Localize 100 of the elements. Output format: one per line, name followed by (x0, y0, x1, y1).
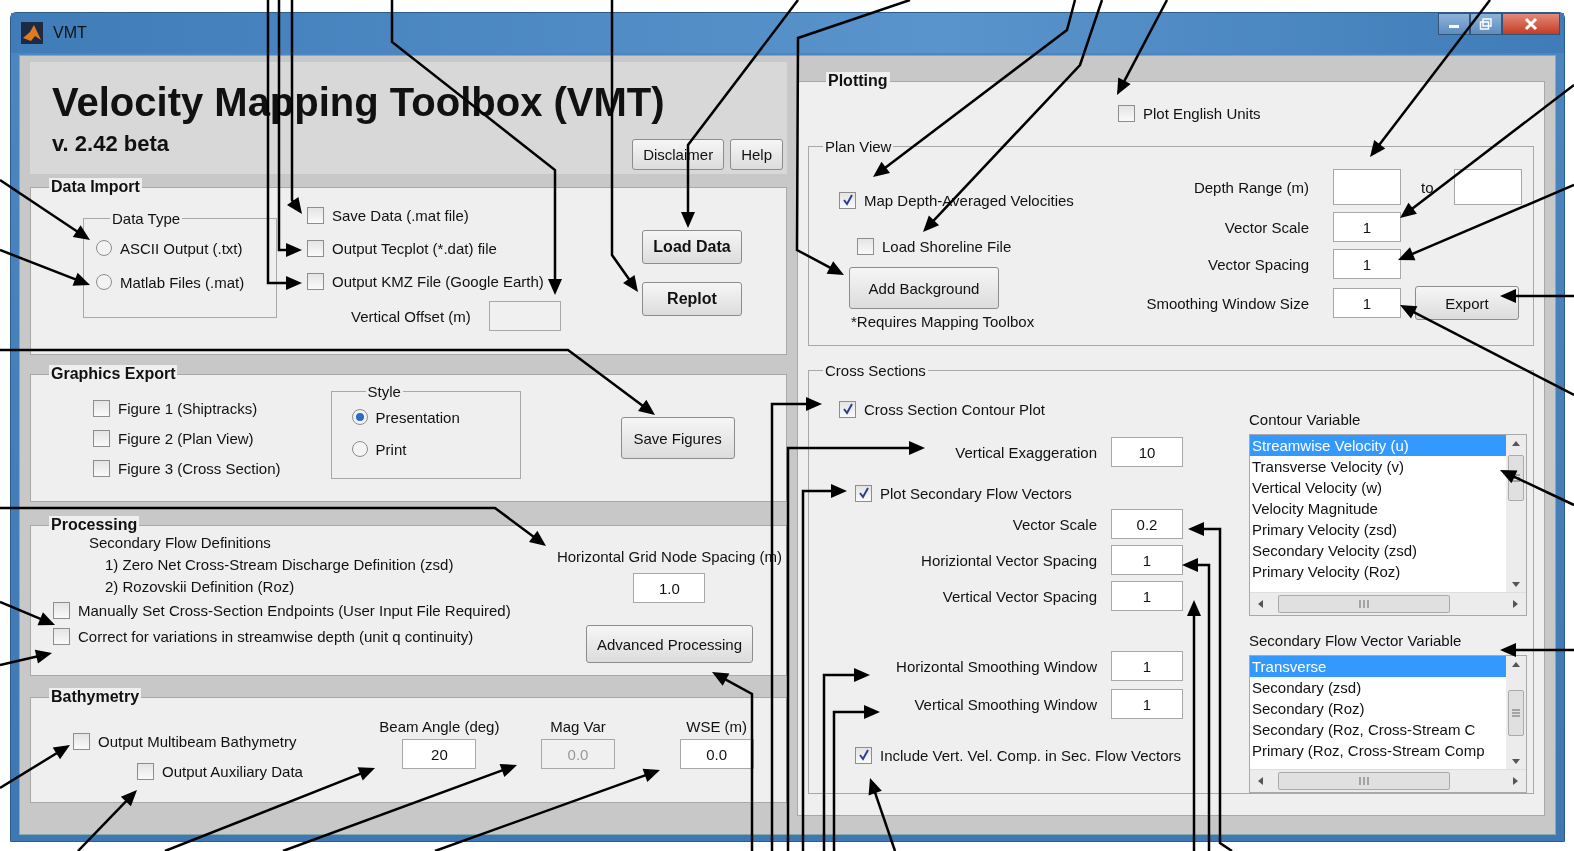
field-label: to (1421, 178, 1434, 196)
list-item[interactable]: Secondary (Roz, Cross-Stream C (1250, 719, 1506, 740)
horizontal-scrollbar[interactable] (1250, 769, 1526, 792)
checkbox[interactable] (855, 746, 872, 764)
list-item[interactable]: Secondary (Roz) (1250, 698, 1506, 719)
checkbox[interactable] (73, 732, 90, 750)
list-item[interactable]: Secondary (zsd) (1250, 677, 1506, 698)
maximize-button[interactable] (1470, 13, 1502, 35)
field-label: Depth Range (m) (1192, 178, 1309, 196)
list-item[interactable]: Vertical Velocity (w) (1250, 477, 1506, 498)
checkbox-label: Figure 2 (Plan View) (118, 429, 254, 447)
checkbox-label: Manually Set Cross-Section Endpoints (User Input File Required) (78, 601, 511, 619)
radio-label: Print (375, 440, 407, 458)
group-title: Cross Sections (824, 362, 927, 379)
field-label: Vertical Offset (m) (351, 307, 471, 325)
checkbox[interactable] (93, 459, 110, 477)
input-field[interactable] (488, 301, 561, 331)
checkbox[interactable] (93, 429, 110, 447)
definition-text: 2) Rozovskii Definition (Roz) (105, 578, 296, 595)
minimize-button[interactable] (1438, 13, 1470, 35)
checkbox[interactable] (137, 762, 154, 780)
window-title: VMT (53, 24, 87, 42)
vertical-scrollbar[interactable] (1506, 435, 1526, 592)
checkbox[interactable] (307, 206, 324, 224)
field-label: Mag Var (550, 718, 606, 735)
input-field[interactable] (1333, 169, 1401, 205)
list-box[interactable]: Transverse Secondary (zsd) Secondary (Roz) Secondary (Roz, Cross-Stream C Primary (Roz, Cross-Stream Comp (1249, 655, 1527, 793)
scroll-thumb[interactable] (1278, 772, 1450, 790)
checkbox-label: Plot Secondary Flow Vectors (880, 484, 1072, 502)
input-field[interactable]: 1.0 (633, 573, 706, 603)
input-field[interactable]: 1 (1111, 545, 1183, 575)
checkbox[interactable] (93, 399, 110, 417)
scroll-thumb[interactable] (1508, 690, 1524, 736)
radio-button[interactable] (96, 240, 112, 256)
list-item[interactable]: Velocity Magnitude (1250, 498, 1506, 519)
action-button[interactable]: Load Data (642, 230, 742, 264)
scroll-thumb[interactable] (1278, 595, 1450, 613)
panel-title: Graphics Export (49, 365, 178, 383)
group-title: Style (366, 383, 402, 400)
close-icon (1523, 17, 1539, 31)
section-label: Secondary Flow Definitions (89, 534, 272, 551)
horizontal-scrollbar[interactable] (1250, 592, 1526, 615)
checkbox[interactable] (307, 272, 324, 290)
checkbox[interactable] (855, 484, 872, 502)
radio-button[interactable] (351, 409, 368, 425)
scroll-up-icon (1511, 660, 1521, 668)
input-field[interactable]: 1 (1333, 249, 1401, 279)
advanced-processing-button[interactable]: Advanced Processing (585, 625, 753, 663)
list-title: Contour Variable (1249, 411, 1362, 428)
input-field[interactable]: 1 (1333, 288, 1401, 318)
input-field[interactable] (1453, 169, 1522, 205)
list-item[interactable]: Primary (Roz, Cross-Stream Comp (1250, 740, 1506, 761)
list-item[interactable]: Primary Velocity (Roz) (1250, 561, 1506, 582)
input-field[interactable]: 1 (1111, 651, 1183, 681)
panel-title: Data Import (49, 178, 142, 196)
checkbox[interactable] (857, 237, 874, 255)
list-box[interactable]: Streamwise Velocity (u) Transverse Velocity (v) Vertical Velocity (w) Velocity Magnitude Primary Velocity (zsd) Secondary Velocity (zsd) Primary Velocity (Roz) (1249, 434, 1527, 616)
radio-button[interactable] (96, 274, 112, 290)
list-item[interactable]: Secondary Velocity (zsd) (1250, 540, 1506, 561)
input-field[interactable]: 0.2 (1111, 509, 1183, 539)
scroll-up-icon (1511, 439, 1521, 447)
field-label: Vector Scale (1012, 515, 1097, 533)
save-figures-button[interactable]: Save Figures (620, 417, 735, 459)
field-label: Vertical Exaggeration (955, 443, 1097, 461)
checkbox[interactable] (839, 400, 856, 418)
checkbox[interactable] (1118, 104, 1135, 122)
close-button[interactable] (1502, 13, 1560, 35)
input-field[interactable]: 20 (402, 739, 477, 769)
panel-title: Plotting (826, 72, 890, 90)
field-label: Vertical Vector Spacing (942, 587, 1097, 605)
input-field[interactable]: 0.0 (679, 739, 754, 769)
input-field[interactable]: 1 (1333, 212, 1401, 242)
radio-label: Presentation (375, 408, 460, 426)
input-field[interactable]: 1 (1111, 581, 1183, 611)
radio-label: Matlab Files (.mat) (120, 273, 245, 291)
scroll-left-icon (1256, 776, 1264, 786)
field-label: Vertical Smoothing Window (914, 695, 1097, 713)
group-title: Data Type (111, 210, 182, 227)
definition-text: 1) Zero Net Cross-Stream Discharge Definition (zsd) (105, 556, 455, 573)
group-title: Plan View (824, 138, 893, 155)
export-button[interactable]: Export (1415, 286, 1519, 320)
checkbox-label: Figure 1 (Shiptracks) (118, 399, 258, 417)
vertical-scrollbar[interactable] (1506, 656, 1526, 769)
list-item[interactable]: Transverse Velocity (v) (1250, 456, 1506, 477)
radio-button[interactable] (351, 441, 368, 457)
add-background-button[interactable]: Add Background (849, 267, 999, 309)
input-field[interactable]: 10 (1111, 437, 1183, 467)
input-field[interactable]: 1 (1111, 689, 1183, 719)
checkbox[interactable] (839, 191, 856, 209)
action-button[interactable]: Replot (642, 282, 742, 316)
checkbox[interactable] (307, 239, 324, 257)
header-button[interactable]: Help (730, 139, 783, 170)
checkbox[interactable] (53, 601, 70, 619)
checkbox-label: Correct for variations in streamwise depth (unit q continuity) (78, 627, 474, 645)
field-label: Vector Scale (1223, 218, 1309, 236)
checkbox-label: Load Shoreline File (882, 237, 1012, 255)
field-label: WSE (m) (686, 718, 748, 735)
version-label: v. 2.42 beta (52, 131, 169, 157)
list-item[interactable]: Primary Velocity (zsd) (1250, 519, 1506, 540)
checkbox[interactable] (53, 627, 70, 645)
